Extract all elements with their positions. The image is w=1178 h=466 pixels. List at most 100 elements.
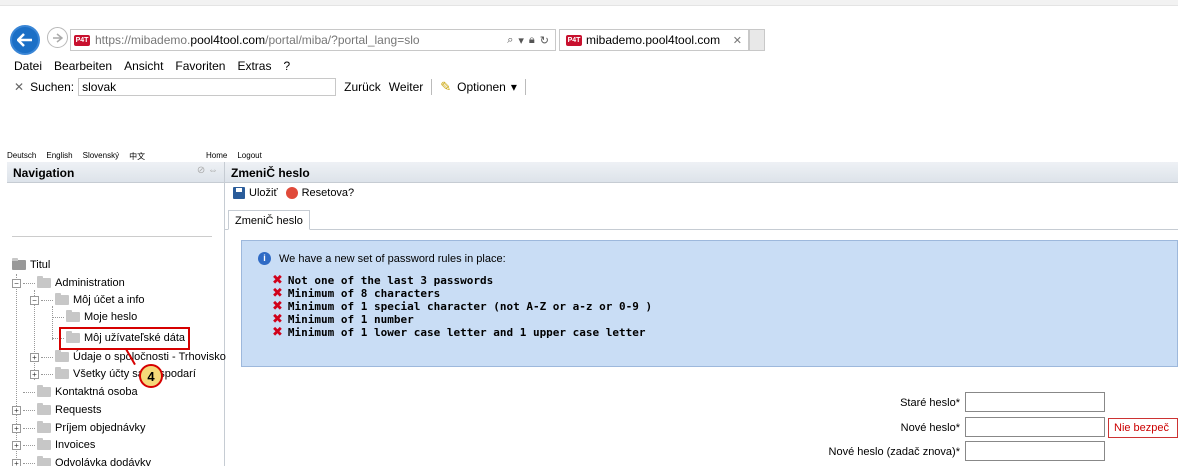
tab-change-password[interactable]: ZmeniČ heslo — [228, 210, 310, 230]
search-icon[interactable]: ⌕ — [507, 34, 513, 47]
folder-icon — [55, 293, 69, 305]
info-icon: i — [258, 252, 271, 265]
rule-item: ✖ Minimum of 1 number — [272, 312, 414, 327]
browser-tab[interactable]: P4T mibademo.pool4tool.com ✕ — [559, 29, 749, 51]
find-label: Suchen: — [30, 80, 75, 94]
separator — [431, 79, 433, 95]
reset-button[interactable]: Resetova? — [302, 187, 355, 199]
lang-chinese[interactable]: 中文 — [129, 151, 145, 162]
expand-toggle-icon[interactable]: + — [12, 458, 21, 466]
find-back-button[interactable]: Zurück — [344, 80, 381, 94]
pin-icon[interactable]: ⊘ — [197, 165, 205, 176]
language-bar: Deutsch English Slovenský 中文 — [7, 151, 145, 162]
page-title: ZmeniČ heslo — [225, 162, 1178, 183]
menu-bar: Datei Bearbeiten Ansicht Favoriten Extra… — [0, 56, 1178, 75]
menu-extras[interactable]: Extras — [237, 59, 271, 73]
folder-icon — [66, 310, 80, 322]
find-options-button[interactable]: Optionen — [457, 80, 506, 94]
address-bar[interactable]: P4T https://mibademo.pool4tool.com/porta… — [70, 29, 556, 51]
separator — [524, 79, 526, 95]
tree-item-requests[interactable]: + Requests — [12, 402, 101, 418]
folder-icon — [55, 367, 69, 379]
old-password-field[interactable] — [965, 392, 1105, 412]
save-icon — [233, 187, 245, 199]
lang-english[interactable]: English — [46, 151, 72, 162]
close-find-icon[interactable]: ✕ — [14, 80, 24, 94]
find-next-button[interactable]: Weiter — [389, 80, 423, 94]
home-link[interactable]: Home — [206, 151, 227, 160]
step-callout-badge: 4 — [139, 364, 163, 388]
tree-item-contact[interactable]: Kontaktná osoba — [12, 384, 138, 400]
find-bar: ✕ Suchen: Zurück Weiter ✎ Optionen ▾ — [0, 76, 1178, 98]
tab-favicon: P4T — [566, 34, 582, 46]
lang-slovensky[interactable]: Slovenský — [83, 151, 119, 162]
reset-icon — [285, 187, 298, 199]
old-password-label: Staré heslo* — [900, 397, 960, 409]
collapse-icon[interactable]: ⇔ — [208, 165, 218, 176]
arrow-right-icon — [53, 32, 63, 43]
find-input[interactable] — [78, 78, 337, 96]
password-rules-box: i We have a new set of password rules in… — [241, 240, 1178, 367]
title-bar — [0, 0, 1178, 6]
tree-item-administration[interactable]: − Administration — [12, 275, 125, 291]
arrow-left-icon — [17, 33, 32, 47]
navigation-header: Navigation ⊘ ⇔ — [7, 162, 224, 183]
rules-heading: We have a new set of password rules in p… — [279, 252, 506, 265]
chevron-down-icon[interactable]: ▾ — [511, 80, 517, 94]
folder-icon — [37, 421, 51, 433]
rule-item: ✖ Minimum of 1 lower case letter and 1 up… — [272, 325, 646, 340]
rules-list: ✖ Not one of the last 3 passwords ✖ Minimu… — [272, 273, 653, 340]
lang-deutsch[interactable]: Deutsch — [7, 151, 36, 162]
folder-icon — [37, 456, 51, 466]
menu-favoriten[interactable]: Favoriten — [175, 59, 225, 73]
back-button[interactable] — [10, 25, 40, 55]
expand-toggle-icon[interactable]: + — [12, 440, 21, 450]
x-mark-icon: ✖ — [272, 325, 283, 340]
password-strength-warning: Nie bezpeč — [1108, 418, 1178, 438]
rule-item: ✖ Not one of the last 3 passwords — [272, 273, 494, 288]
tree-item-invoices[interactable]: + Invoices — [12, 437, 95, 453]
save-button[interactable]: Uložiť — [249, 187, 278, 199]
highlight-annotation — [59, 327, 190, 350]
tree-item-orders[interactable]: + Príjem objednávky — [12, 420, 146, 436]
nav-border — [224, 162, 225, 466]
menu-bearbeiten[interactable]: Bearbeiten — [54, 59, 112, 73]
repeat-password-label: Nové heslo (zadač znova)* — [828, 446, 960, 458]
portal-links: Home Logout — [206, 151, 262, 160]
lock-icon[interactable]: 🔒︎ — [529, 34, 535, 47]
menu-datei[interactable]: Datei — [14, 59, 42, 73]
site-favicon: P4T — [74, 34, 90, 46]
dropdown-icon[interactable]: ▾ — [518, 34, 524, 47]
highlight-pencil-icon[interactable]: ✎ — [440, 79, 451, 95]
browser-chrome: P4T https://mibademo.pool4tool.com/porta… — [0, 0, 1178, 100]
expand-toggle-icon[interactable]: + — [12, 405, 21, 415]
rule-item: ✖ Minimum of 1 special character (not A-Z… — [272, 299, 653, 314]
tree-item-account[interactable]: − Môj účet a info — [30, 292, 145, 308]
expand-toggle-icon[interactable]: + — [12, 423, 21, 433]
forward-button[interactable] — [47, 27, 68, 48]
logout-link[interactable]: Logout — [237, 151, 261, 160]
close-icon[interactable]: ✕ — [733, 34, 742, 47]
collapse-toggle-icon[interactable]: − — [30, 295, 39, 305]
rule-item: ✖ Minimum of 8 characters — [272, 286, 441, 301]
expand-toggle-icon[interactable]: + — [30, 369, 39, 379]
menu-ansicht[interactable]: Ansicht — [124, 59, 163, 73]
menu-help[interactable]: ? — [283, 59, 290, 73]
action-toolbar: Uložiť Resetova? — [233, 187, 354, 199]
refresh-icon[interactable]: ↻ — [540, 34, 549, 47]
expand-toggle-icon[interactable]: + — [30, 352, 39, 362]
tree-item-all-accounts[interactable]: + Všetky účty sa hospodarí — [30, 366, 196, 382]
folder-icon — [37, 438, 51, 450]
tree-item-delivery[interactable]: + Odvolávka dodávky — [12, 455, 151, 466]
tab-title: mibademo.pool4tool.com — [586, 33, 721, 47]
url-text: https://mibademo.pool4tool.com/portal/mi… — [95, 33, 420, 47]
folder-icon — [37, 276, 51, 288]
new-tab-button[interactable] — [749, 29, 765, 51]
tree-item-my-password[interactable]: Moje heslo — [52, 309, 137, 325]
tree-root[interactable]: Titul — [12, 257, 50, 273]
nav-divider — [12, 236, 212, 237]
repeat-password-field[interactable] — [965, 441, 1105, 461]
folder-icon — [55, 350, 69, 362]
collapse-toggle-icon[interactable]: − — [12, 278, 21, 288]
new-password-field[interactable] — [965, 417, 1105, 437]
